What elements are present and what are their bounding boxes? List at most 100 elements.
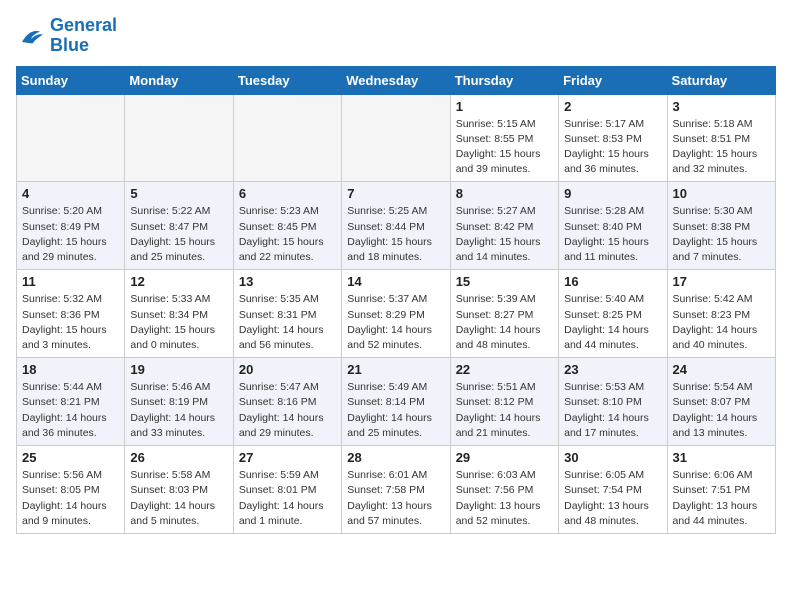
day-info: Sunrise: 5:54 AM Sunset: 8:07 PM Dayligh…	[673, 380, 770, 441]
calendar-cell: 19Sunrise: 5:46 AM Sunset: 8:19 PM Dayli…	[125, 358, 233, 446]
calendar-cell: 18 Sunrise: 5:44 AM Sunset: 8:21 PM Dayli…	[17, 358, 125, 446]
calendar-table: SundayMondayTuesdayWednesdayThursdayFrid…	[16, 66, 776, 534]
calendar-cell	[233, 94, 341, 182]
day-info: Sunrise: 5:15 AM Sunset: 8:55 PM Dayligh…	[456, 117, 553, 178]
day-number: 13	[239, 274, 336, 289]
day-info: Sunrise: 5:44 AM Sunset: 8:21 PM Dayligh…	[22, 380, 119, 441]
day-info: Sunrise: 5:49 AM Sunset: 8:14 PM Dayligh…	[347, 380, 444, 441]
day-number: 20	[239, 362, 336, 377]
day-number: 28	[347, 450, 444, 465]
day-info: Sunrise: 5:33 AM Sunset: 8:34 PM Dayligh…	[130, 292, 227, 353]
day-number: 6	[239, 186, 336, 201]
day-number: 18	[22, 362, 119, 377]
weekday-header-friday: Friday	[559, 66, 667, 94]
weekday-header-thursday: Thursday	[450, 66, 558, 94]
calendar-week-3: 11 Sunrise: 5:32 AM Sunset: 8:36 PM Dayli…	[17, 270, 776, 358]
day-info: Sunrise: 5:37 AM Sunset: 8:29 PM Dayligh…	[347, 292, 444, 353]
day-info: Sunrise: 5:40 AM Sunset: 8:25 PM Dayligh…	[564, 292, 661, 353]
calendar-cell: 21 Sunrise: 5:49 AM Sunset: 8:14 PM Dayli…	[342, 358, 450, 446]
day-number: 15	[456, 274, 553, 289]
weekday-header-saturday: Saturday	[667, 66, 775, 94]
day-info: Sunrise: 5:53 AM Sunset: 8:10 PM Dayligh…	[564, 380, 661, 441]
calendar-cell: 30 Sunrise: 6:05 AM Sunset: 7:54 PM Dayli…	[559, 446, 667, 534]
calendar-cell: 23 Sunrise: 5:53 AM Sunset: 8:10 PM Dayli…	[559, 358, 667, 446]
day-info: Sunrise: 5:27 AM Sunset: 8:42 PM Dayligh…	[456, 204, 553, 265]
calendar-week-2: 4Sunrise: 5:20 AM Sunset: 8:49 PM Daylig…	[17, 182, 776, 270]
calendar-week-5: 25Sunrise: 5:56 AM Sunset: 8:05 PM Dayli…	[17, 446, 776, 534]
day-number: 4	[22, 186, 119, 201]
day-number: 9	[564, 186, 661, 201]
calendar-cell: 6 Sunrise: 5:23 AM Sunset: 8:45 PM Daylig…	[233, 182, 341, 270]
weekday-header-monday: Monday	[125, 66, 233, 94]
day-info: Sunrise: 5:47 AM Sunset: 8:16 PM Dayligh…	[239, 380, 336, 441]
day-number: 19	[130, 362, 227, 377]
day-info: Sunrise: 5:56 AM Sunset: 8:05 PM Dayligh…	[22, 468, 119, 529]
weekday-header-wednesday: Wednesday	[342, 66, 450, 94]
day-number: 27	[239, 450, 336, 465]
day-info: Sunrise: 5:59 AM Sunset: 8:01 PM Dayligh…	[239, 468, 336, 529]
logo-text: General Blue	[50, 16, 117, 56]
calendar-cell: 1 Sunrise: 5:15 AM Sunset: 8:55 PM Daylig…	[450, 94, 558, 182]
weekday-header-sunday: Sunday	[17, 66, 125, 94]
calendar-header-row: SundayMondayTuesdayWednesdayThursdayFrid…	[17, 66, 776, 94]
calendar-cell: 5Sunrise: 5:22 AM Sunset: 8:47 PM Daylig…	[125, 182, 233, 270]
day-number: 1	[456, 99, 553, 114]
calendar-cell: 8 Sunrise: 5:27 AM Sunset: 8:42 PM Daylig…	[450, 182, 558, 270]
day-number: 16	[564, 274, 661, 289]
calendar-cell: 14 Sunrise: 5:37 AM Sunset: 8:29 PM Dayli…	[342, 270, 450, 358]
day-number: 8	[456, 186, 553, 201]
calendar-cell: 12 Sunrise: 5:33 AM Sunset: 8:34 PM Dayli…	[125, 270, 233, 358]
day-number: 26	[130, 450, 227, 465]
calendar-cell: 27 Sunrise: 5:59 AM Sunset: 8:01 PM Dayli…	[233, 446, 341, 534]
day-info: Sunrise: 6:03 AM Sunset: 7:56 PM Dayligh…	[456, 468, 553, 529]
day-number: 7	[347, 186, 444, 201]
calendar-cell: 31 Sunrise: 6:06 AM Sunset: 7:51 PM Dayli…	[667, 446, 775, 534]
day-info: Sunrise: 5:25 AM Sunset: 8:44 PM Dayligh…	[347, 204, 444, 265]
day-info: Sunrise: 5:30 AM Sunset: 8:38 PM Dayligh…	[673, 204, 770, 265]
calendar-cell: 4Sunrise: 5:20 AM Sunset: 8:49 PM Daylig…	[17, 182, 125, 270]
day-info: Sunrise: 5:58 AM Sunset: 8:03 PM Dayligh…	[130, 468, 227, 529]
day-number: 3	[673, 99, 770, 114]
day-number: 23	[564, 362, 661, 377]
day-number: 22	[456, 362, 553, 377]
calendar-week-1: 1 Sunrise: 5:15 AM Sunset: 8:55 PM Daylig…	[17, 94, 776, 182]
calendar-cell: 29Sunrise: 6:03 AM Sunset: 7:56 PM Dayli…	[450, 446, 558, 534]
day-number: 5	[130, 186, 227, 201]
day-info: Sunrise: 5:51 AM Sunset: 8:12 PM Dayligh…	[456, 380, 553, 441]
calendar-week-4: 18 Sunrise: 5:44 AM Sunset: 8:21 PM Dayli…	[17, 358, 776, 446]
day-number: 10	[673, 186, 770, 201]
day-info: Sunrise: 5:42 AM Sunset: 8:23 PM Dayligh…	[673, 292, 770, 353]
day-number: 30	[564, 450, 661, 465]
calendar-cell: 15Sunrise: 5:39 AM Sunset: 8:27 PM Dayli…	[450, 270, 558, 358]
calendar-cell: 25Sunrise: 5:56 AM Sunset: 8:05 PM Dayli…	[17, 446, 125, 534]
day-number: 31	[673, 450, 770, 465]
logo-icon	[16, 21, 46, 51]
day-number: 14	[347, 274, 444, 289]
calendar-cell	[125, 94, 233, 182]
calendar-cell: 28Sunrise: 6:01 AM Sunset: 7:58 PM Dayli…	[342, 446, 450, 534]
day-number: 2	[564, 99, 661, 114]
day-info: Sunrise: 5:23 AM Sunset: 8:45 PM Dayligh…	[239, 204, 336, 265]
day-info: Sunrise: 5:18 AM Sunset: 8:51 PM Dayligh…	[673, 117, 770, 178]
day-number: 21	[347, 362, 444, 377]
calendar-cell: 20 Sunrise: 5:47 AM Sunset: 8:16 PM Dayli…	[233, 358, 341, 446]
calendar-cell: 22 Sunrise: 5:51 AM Sunset: 8:12 PM Dayli…	[450, 358, 558, 446]
calendar-cell: 17 Sunrise: 5:42 AM Sunset: 8:23 PM Dayli…	[667, 270, 775, 358]
calendar-cell: 11 Sunrise: 5:32 AM Sunset: 8:36 PM Dayli…	[17, 270, 125, 358]
calendar-cell: 24 Sunrise: 5:54 AM Sunset: 8:07 PM Dayli…	[667, 358, 775, 446]
calendar-cell: 16 Sunrise: 5:40 AM Sunset: 8:25 PM Dayli…	[559, 270, 667, 358]
day-number: 17	[673, 274, 770, 289]
calendar-cell	[17, 94, 125, 182]
day-number: 24	[673, 362, 770, 377]
day-info: Sunrise: 5:35 AM Sunset: 8:31 PM Dayligh…	[239, 292, 336, 353]
day-info: Sunrise: 6:05 AM Sunset: 7:54 PM Dayligh…	[564, 468, 661, 529]
day-number: 12	[130, 274, 227, 289]
day-number: 11	[22, 274, 119, 289]
calendar-cell: 2 Sunrise: 5:17 AM Sunset: 8:53 PM Daylig…	[559, 94, 667, 182]
day-info: Sunrise: 5:17 AM Sunset: 8:53 PM Dayligh…	[564, 117, 661, 178]
weekday-header-tuesday: Tuesday	[233, 66, 341, 94]
calendar-cell: 10 Sunrise: 5:30 AM Sunset: 8:38 PM Dayli…	[667, 182, 775, 270]
day-info: Sunrise: 5:28 AM Sunset: 8:40 PM Dayligh…	[564, 204, 661, 265]
day-info: Sunrise: 5:32 AM Sunset: 8:36 PM Dayligh…	[22, 292, 119, 353]
day-info: Sunrise: 6:06 AM Sunset: 7:51 PM Dayligh…	[673, 468, 770, 529]
